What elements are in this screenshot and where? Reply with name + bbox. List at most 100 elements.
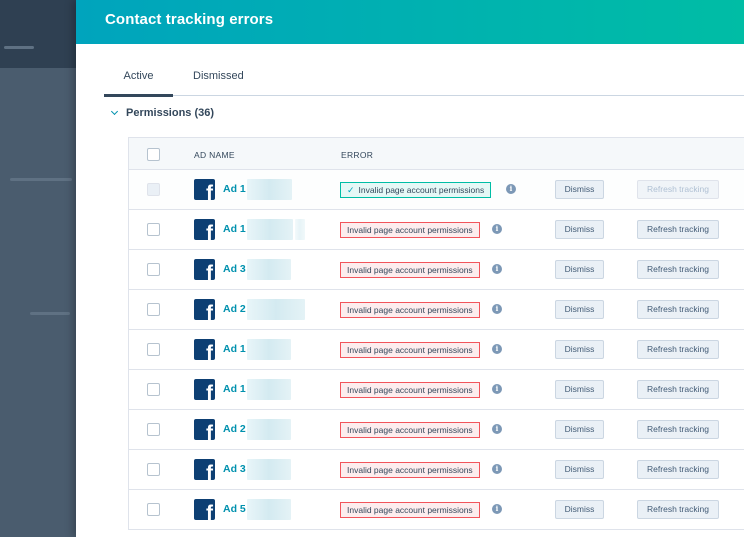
redacted-ad-name bbox=[247, 499, 291, 520]
select-all-checkbox[interactable] bbox=[147, 148, 160, 161]
ad-name-link[interactable]: Ad 2 bbox=[223, 303, 246, 315]
ad-name-link[interactable]: Ad 1 bbox=[223, 183, 246, 195]
refresh-tracking-button[interactable]: Refresh tracking bbox=[637, 220, 719, 239]
error-text: Invalid page account permissions bbox=[347, 425, 473, 435]
error-badge[interactable]: Invalid page account permissions bbox=[340, 342, 480, 358]
info-icon[interactable]: i bbox=[492, 304, 502, 314]
info-icon[interactable]: i bbox=[492, 424, 502, 434]
row-checkbox[interactable] bbox=[147, 383, 160, 396]
refresh-tracking-button[interactable]: Refresh tracking bbox=[637, 500, 719, 519]
info-icon[interactable]: i bbox=[492, 224, 502, 234]
table-row: f Ad 1 Invalid page account permissions … bbox=[128, 370, 744, 410]
row-checkbox[interactable] bbox=[147, 463, 160, 476]
facebook-icon: f bbox=[194, 379, 215, 400]
refresh-tracking-button[interactable]: Refresh tracking bbox=[637, 180, 719, 199]
facebook-icon: f bbox=[194, 419, 215, 440]
refresh-tracking-button[interactable]: Refresh tracking bbox=[637, 300, 719, 319]
permissions-section-toggle[interactable]: Permissions (36) bbox=[110, 107, 215, 119]
ad-name-link[interactable]: Ad 1 bbox=[223, 223, 246, 235]
row-checkbox[interactable] bbox=[147, 503, 160, 516]
section-label: Permissions (36) bbox=[126, 107, 215, 119]
table-row: f Ad 1 Invalid page account permissions … bbox=[128, 210, 744, 250]
ad-name-link[interactable]: Ad 3 bbox=[223, 463, 246, 475]
error-badge[interactable]: Invalid page account permissions bbox=[340, 262, 480, 278]
chevron-down-icon bbox=[110, 107, 119, 116]
info-icon[interactable]: i bbox=[492, 344, 502, 354]
row-checkbox[interactable] bbox=[147, 423, 160, 436]
error-text: Invalid page account permissions bbox=[347, 225, 473, 235]
table-row: f Ad 5 Invalid page account permissions … bbox=[128, 490, 744, 530]
column-header-error: ERROR bbox=[341, 150, 374, 160]
ad-name-link[interactable]: Ad 1 bbox=[223, 383, 246, 395]
refresh-tracking-button[interactable]: Refresh tracking bbox=[637, 260, 719, 279]
check-icon: ✓ bbox=[347, 185, 355, 195]
redacted-ad-name bbox=[247, 299, 305, 320]
table-body: f Ad 1 ✓ Invalid page account permissions… bbox=[128, 170, 744, 530]
error-badge[interactable]: Invalid page account permissions bbox=[340, 382, 480, 398]
tab-bar: Active Dismissed bbox=[104, 62, 744, 97]
dismiss-button[interactable]: Dismiss bbox=[555, 220, 604, 239]
refresh-tracking-button[interactable]: Refresh tracking bbox=[637, 340, 719, 359]
panel-title: Contact tracking errors bbox=[105, 11, 274, 28]
error-badge[interactable]: Invalid page account permissions bbox=[340, 302, 480, 318]
table-row: f Ad 3 Invalid page account permissions … bbox=[128, 250, 744, 290]
tab-active[interactable]: Active bbox=[104, 70, 173, 97]
error-badge[interactable]: ✓ Invalid page account permissions bbox=[340, 182, 492, 198]
dismiss-button[interactable]: Dismiss bbox=[555, 500, 604, 519]
column-header-ad-name: AD NAME bbox=[194, 150, 235, 160]
ad-name-link[interactable]: Ad 5 bbox=[223, 503, 246, 515]
table-row: f Ad 3 Invalid page account permissions … bbox=[128, 450, 744, 490]
error-text: Invalid page account permissions bbox=[347, 265, 473, 275]
info-icon[interactable]: i bbox=[492, 384, 502, 394]
refresh-tracking-button[interactable]: Refresh tracking bbox=[637, 380, 719, 399]
error-text: Invalid page account permissions bbox=[358, 185, 485, 195]
row-checkbox[interactable] bbox=[147, 183, 160, 196]
facebook-icon: f bbox=[194, 339, 215, 360]
ad-name-link[interactable]: Ad 1 bbox=[223, 343, 246, 355]
redacted-ad-name bbox=[247, 459, 291, 480]
error-text: Invalid page account permissions bbox=[347, 505, 473, 515]
dismiss-button[interactable]: Dismiss bbox=[555, 380, 604, 399]
info-icon[interactable]: i bbox=[492, 464, 502, 474]
dismiss-button[interactable]: Dismiss bbox=[555, 460, 604, 479]
redacted-ad-name bbox=[247, 379, 291, 400]
info-icon[interactable]: i bbox=[492, 264, 502, 274]
table-row: f Ad 1 Invalid page account permissions … bbox=[128, 330, 744, 370]
ad-name-link[interactable]: Ad 2 bbox=[223, 423, 246, 435]
background-app-text bbox=[30, 312, 70, 315]
redacted-ad-name bbox=[295, 219, 305, 240]
info-icon[interactable]: i bbox=[506, 184, 516, 194]
redacted-ad-name bbox=[247, 219, 293, 240]
contact-tracking-errors-panel: Contact tracking errors Active Dismissed… bbox=[76, 0, 744, 537]
dismiss-button[interactable]: Dismiss bbox=[555, 420, 604, 439]
dismiss-button[interactable]: Dismiss bbox=[555, 340, 604, 359]
errors-table: AD NAME ERROR f Ad 1 ✓ Invalid page accou… bbox=[128, 137, 744, 530]
background-app-text bbox=[10, 178, 72, 181]
table-header: AD NAME ERROR bbox=[128, 137, 744, 170]
error-badge[interactable]: Invalid page account permissions bbox=[340, 502, 480, 518]
facebook-icon: f bbox=[194, 219, 215, 240]
refresh-tracking-button[interactable]: Refresh tracking bbox=[637, 460, 719, 479]
refresh-tracking-button[interactable]: Refresh tracking bbox=[637, 420, 719, 439]
error-badge[interactable]: Invalid page account permissions bbox=[340, 222, 480, 238]
row-checkbox[interactable] bbox=[147, 303, 160, 316]
row-checkbox[interactable] bbox=[147, 343, 160, 356]
error-badge[interactable]: Invalid page account permissions bbox=[340, 422, 480, 438]
row-checkbox[interactable] bbox=[147, 223, 160, 236]
info-icon[interactable]: i bbox=[492, 504, 502, 514]
dismiss-button[interactable]: Dismiss bbox=[555, 180, 604, 199]
dismiss-button[interactable]: Dismiss bbox=[555, 260, 604, 279]
ad-name-link[interactable]: Ad 3 bbox=[223, 263, 246, 275]
dismiss-button[interactable]: Dismiss bbox=[555, 300, 604, 319]
redacted-ad-name bbox=[247, 419, 291, 440]
row-checkbox[interactable] bbox=[147, 263, 160, 276]
background-app bbox=[0, 0, 76, 537]
tab-dismissed[interactable]: Dismissed bbox=[193, 70, 244, 82]
error-badge[interactable]: Invalid page account permissions bbox=[340, 462, 480, 478]
redacted-ad-name bbox=[247, 179, 292, 200]
error-text: Invalid page account permissions bbox=[347, 385, 473, 395]
facebook-icon: f bbox=[194, 459, 215, 480]
error-text: Invalid page account permissions bbox=[347, 345, 473, 355]
facebook-icon: f bbox=[194, 299, 215, 320]
facebook-icon: f bbox=[194, 179, 215, 200]
